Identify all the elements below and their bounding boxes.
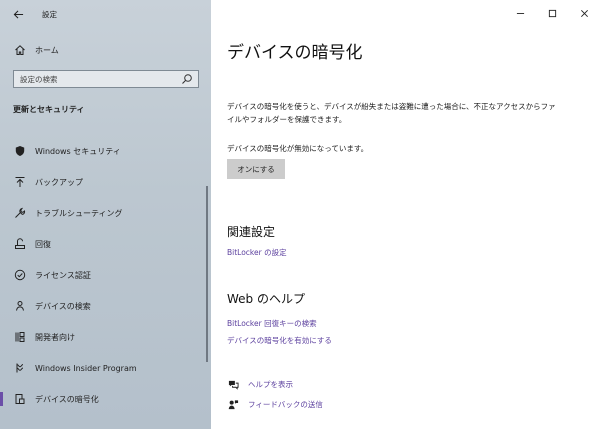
search-placeholder: 設定の検索 (20, 74, 58, 84)
close-button[interactable] (568, 0, 600, 26)
close-icon (580, 9, 588, 17)
bitlocker-settings-link[interactable]: BitLocker の設定 (227, 247, 287, 258)
minimize-button[interactable] (504, 0, 536, 26)
sidebar-item-label: デバイスの検索 (35, 301, 91, 311)
title-bar: 設定 (0, 0, 211, 28)
home-label: ホーム (35, 45, 59, 55)
minimize-icon (516, 12, 524, 14)
home-nav-item[interactable]: ホーム (0, 39, 211, 61)
sidebar-item-label: デバイスの暗号化 (35, 394, 99, 404)
shield-icon (13, 144, 27, 158)
insider-icon (13, 361, 27, 375)
app-title: 設定 (42, 9, 57, 19)
sidebar-item-activation[interactable]: ライセンス認証 (0, 264, 211, 286)
sidebar-item-label: Windows セキュリティ (35, 146, 121, 156)
encryption-status: デバイスの暗号化が無効になっています。 (227, 144, 369, 153)
checkmark-circle-icon (13, 268, 27, 282)
feedback-row[interactable]: フィードバックの送信 (227, 398, 323, 410)
section-title: 更新とセキュリティ (13, 105, 85, 114)
sidebar-item-troubleshoot[interactable]: トラブルシューティング (0, 202, 211, 224)
web-help-heading: Web のヘルプ (227, 292, 305, 306)
recovery-icon (13, 237, 27, 251)
developer-icon (13, 330, 27, 344)
help-chat-icon (227, 378, 239, 390)
feedback-person-icon (227, 398, 239, 410)
page-title: デバイスの暗号化 (227, 43, 363, 63)
sidebar-item-label: Windows Insider Program (35, 363, 137, 373)
sidebar-item-find-device[interactable]: デバイスの検索 (0, 295, 211, 317)
get-help-link[interactable]: ヘルプを表示 (248, 379, 293, 390)
backup-arrow-icon (13, 175, 27, 189)
sidebar-item-windows-security[interactable]: Windows セキュリティ (0, 140, 211, 162)
person-pin-icon (13, 299, 27, 313)
bitlocker-recovery-key-link[interactable]: BitLocker 回復キーの検索 (227, 318, 317, 329)
sidebar-item-label: ライセンス認証 (35, 270, 91, 280)
feedback-link[interactable]: フィードバックの送信 (248, 399, 323, 410)
sidebar: 設定 ホーム 設定の検索 更新とセキュリティ Windows セキュリティ バッ… (0, 0, 211, 429)
back-arrow-icon (13, 9, 23, 19)
back-button[interactable] (0, 0, 36, 28)
encryption-icon (13, 392, 27, 406)
sidebar-item-recovery[interactable]: 回復 (0, 233, 211, 255)
home-icon (13, 43, 27, 57)
related-settings-heading: 関連設定 (227, 225, 276, 239)
settings-window: 設定 ホーム 設定の検索 更新とセキュリティ Windows セキュリティ バッ… (0, 0, 600, 429)
sidebar-item-label: トラブルシューティング (35, 208, 123, 218)
search-input[interactable]: 設定の検索 (13, 70, 199, 88)
sidebar-item-backup[interactable]: バックアップ (0, 171, 211, 193)
get-help-row[interactable]: ヘルプを表示 (227, 378, 293, 390)
sidebar-item-label: 開発者向け (35, 332, 75, 342)
wrench-icon (13, 206, 27, 220)
sidebar-item-label: バックアップ (35, 177, 83, 187)
sidebar-scrollbar[interactable] (206, 186, 208, 362)
sidebar-item-developers[interactable]: 開発者向け (0, 326, 211, 348)
enable-encryption-link[interactable]: デバイスの暗号化を有効にする (227, 335, 332, 346)
main-content: デバイスの暗号化 デバイスの暗号化を使うと、デバイスが紛失または盗難に遭った場合… (211, 0, 600, 429)
sidebar-item-label: 回復 (35, 239, 51, 249)
sidebar-item-insider[interactable]: Windows Insider Program (0, 357, 211, 379)
sidebar-item-device-encryption[interactable]: デバイスの暗号化 (0, 388, 211, 410)
maximize-icon (548, 9, 556, 17)
maximize-button[interactable] (536, 0, 568, 26)
turn-on-button[interactable]: オンにする (227, 159, 285, 179)
search-icon (182, 74, 192, 84)
description-text: デバイスの暗号化を使うと、デバイスが紛失または盗難に遭った場合に、不正なアクセス… (227, 102, 556, 124)
